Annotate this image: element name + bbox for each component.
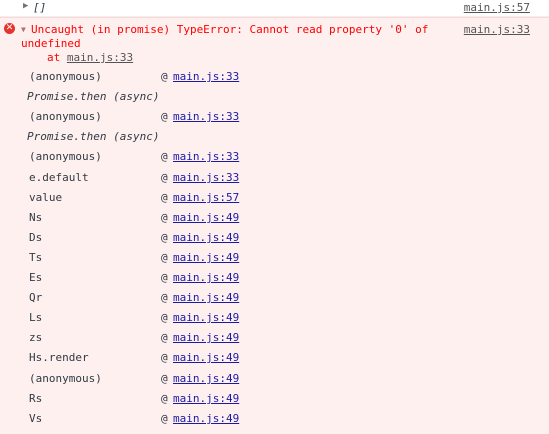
stack-frame-at-symbol: @ <box>161 412 168 425</box>
stack-frame-function: Es <box>29 271 43 284</box>
async-separator: Promise.then (async) <box>27 90 160 103</box>
stack-frame-function: (anonymous) <box>29 150 102 163</box>
error-circle-icon: ✕ <box>4 23 15 34</box>
error-location: at main.js:33 <box>47 51 133 64</box>
stack-frame-at-symbol: @ <box>161 331 168 344</box>
stack-frame-at-symbol: @ <box>161 70 168 83</box>
stack-frame-source-link[interactable]: main.js:33 <box>173 110 239 123</box>
stack-frame-at-symbol: @ <box>161 311 168 324</box>
stack-frame-function: Ns <box>29 211 43 224</box>
error-message-line-2: undefined <box>21 37 81 50</box>
stack-frame-source-link[interactable]: main.js:33 <box>173 171 239 184</box>
stack-frame-source-link[interactable]: main.js:49 <box>173 231 239 244</box>
stack-frame: (anonymous) @ main.js:49 <box>29 372 529 388</box>
collapse-triangle-icon[interactable]: ▼ <box>21 25 26 34</box>
stack-frame-function: (anonymous) <box>29 372 102 385</box>
stack-frame: Ls @ main.js:49 <box>29 311 529 327</box>
stack-frame-at-symbol: @ <box>161 351 168 364</box>
logged-array-value: [] <box>33 1 47 14</box>
expand-triangle-icon[interactable]: ▶ <box>23 1 28 11</box>
stack-frame: (anonymous) @ main.js:33 <box>29 110 529 126</box>
stack-frame-function: Ds <box>29 231 43 244</box>
error-message-block: ✕ ▼ Uncaught (in promise) TypeError: Can… <box>0 17 549 434</box>
stack-frame-source-link[interactable]: main.js:49 <box>173 291 239 304</box>
stack-frame: Ds @ main.js:49 <box>29 231 529 247</box>
stack-frame-at-symbol: @ <box>161 231 168 244</box>
stack-frame: Qr @ main.js:49 <box>29 291 529 307</box>
stack-frame: Rs @ main.js:49 <box>29 392 529 408</box>
stack-frame-function: Hs.render <box>29 351 89 364</box>
stack-frame-source-link[interactable]: main.js:49 <box>173 351 239 364</box>
stack-frame: e.default @ main.js:33 <box>29 171 529 187</box>
stack-frame: value @ main.js:57 <box>29 191 529 207</box>
console-panel: ▶ [] main.js:57 ✕ ▼ Uncaught (in promise… <box>0 0 549 434</box>
stack-frame-at-symbol: @ <box>161 171 168 184</box>
stack-frame: zs @ main.js:49 <box>29 331 529 347</box>
error-message-line-1: Uncaught (in promise) TypeError: Cannot … <box>31 23 429 36</box>
stack-frame-function: value <box>29 191 63 204</box>
console-log-row[interactable]: ▶ [] main.js:57 <box>0 0 549 17</box>
stack-frame-at-symbol: @ <box>161 211 168 224</box>
error-at-prefix: at <box>47 51 67 64</box>
stack-frame-at-symbol: @ <box>161 150 168 163</box>
stack-frame-source-link[interactable]: main.js:57 <box>173 191 239 204</box>
async-separator: Promise.then (async) <box>27 130 160 143</box>
stack-frame-at-symbol: @ <box>161 392 168 405</box>
stack-frame: Ns @ main.js:49 <box>29 211 529 227</box>
stack-frame-at-symbol: @ <box>161 251 168 264</box>
stack-frame-source-link[interactable]: main.js:33 <box>173 150 239 163</box>
stack-frame-at-symbol: @ <box>161 372 168 385</box>
stack-frame-function: e.default <box>29 171 89 184</box>
stack-frame-function: Ls <box>29 311 43 324</box>
stack-frame: Hs.render @ main.js:49 <box>29 351 529 367</box>
stack-frame-source-link[interactable]: main.js:49 <box>173 271 239 284</box>
stack-frame-at-symbol: @ <box>161 110 168 123</box>
stack-frame-source-link[interactable]: main.js:49 <box>173 251 239 264</box>
stack-frame: (anonymous) @ main.js:33 <box>29 150 529 166</box>
stack-frame-function: zs <box>29 331 43 344</box>
error-location-link[interactable]: main.js:33 <box>67 51 133 64</box>
stack-frame-source-link[interactable]: main.js:49 <box>173 211 239 224</box>
stack-frame-at-symbol: @ <box>161 291 168 304</box>
stack-frame-function: Ts <box>29 251 43 264</box>
stack-frame-function: Rs <box>29 392 43 405</box>
stack-frame: Vs @ main.js:49 <box>29 412 529 428</box>
error-source-link[interactable]: main.js:33 <box>464 23 530 36</box>
stack-frame-function: (anonymous) <box>29 110 102 123</box>
stack-frame-function: Vs <box>29 412 43 425</box>
stack-frame-source-link[interactable]: main.js:49 <box>173 412 239 425</box>
log-source-link[interactable]: main.js:57 <box>464 1 530 14</box>
stack-frame-at-symbol: @ <box>161 271 168 284</box>
stack-frame-source-link[interactable]: main.js:33 <box>173 70 239 83</box>
stack-frame-at-symbol: @ <box>161 191 168 204</box>
stack-frame-function: Qr <box>29 291 43 304</box>
stack-frame: Es @ main.js:49 <box>29 271 529 287</box>
stack-frame-function: (anonymous) <box>29 70 102 83</box>
stack-frame-source-link[interactable]: main.js:49 <box>173 311 239 324</box>
stack-frame-source-link[interactable]: main.js:49 <box>173 392 239 405</box>
stack-frame: (anonymous) @ main.js:33 <box>29 70 529 86</box>
stack-frame-source-link[interactable]: main.js:49 <box>173 331 239 344</box>
stack-frame-source-link[interactable]: main.js:49 <box>173 372 239 385</box>
stack-frame: Ts @ main.js:49 <box>29 251 529 267</box>
